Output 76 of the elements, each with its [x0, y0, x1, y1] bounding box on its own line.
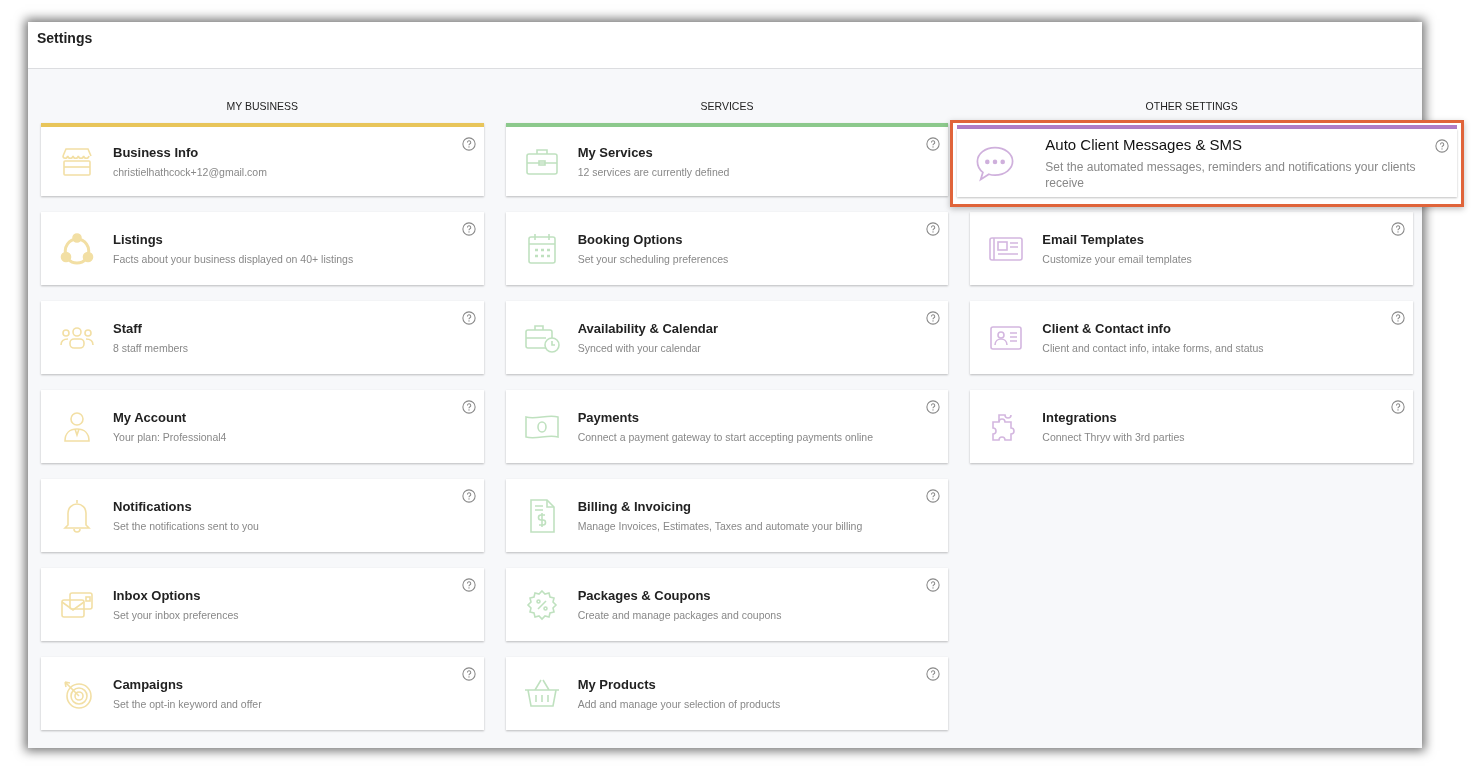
card-description: Create and manage packages and coupons	[577, 609, 782, 621]
help-icon[interactable]	[1391, 400, 1405, 414]
card-title: My Services	[577, 145, 654, 160]
card-description: Your plan: Professional4	[113, 431, 227, 443]
card-description: Customize your email templates	[1042, 253, 1192, 265]
help-icon[interactable]	[461, 489, 476, 503]
settings-card[interactable]: Booking Options Set your scheduling preferences	[505, 212, 949, 285]
card-description: Connect Thryv with 3rd parties	[1042, 431, 1185, 443]
settings-card[interactable]: My Products Add and manage your selection of products	[505, 657, 949, 730]
help-icon[interactable]	[461, 667, 476, 681]
settings-card[interactable]: My Services 12 services are currently defined	[505, 123, 949, 196]
card-title: Notifications	[113, 499, 193, 514]
settings-card[interactable]: Packages & Coupons Create and manage packages and coupons	[505, 568, 949, 641]
card-title: My Account	[113, 410, 188, 425]
help-icon[interactable]	[926, 578, 941, 592]
column-heading: MY BUSINESS	[226, 100, 299, 112]
card-title: Booking Options	[577, 232, 684, 247]
card-title: Packages & Coupons	[577, 588, 712, 603]
card-description: Set the automated messages, reminders and notifications your clients receive	[1045, 158, 1417, 191]
window-title: Settings	[37, 30, 93, 46]
settings-card[interactable]: My Account Your plan: Professional4	[41, 390, 484, 463]
settings-card[interactable]: Listings Facts about your business displayed on 40+ listings	[41, 212, 484, 285]
card-title: Billing & Invoicing	[577, 499, 693, 514]
card-title: Business Info	[113, 145, 200, 160]
card-description: Set the opt-in keyword and offer	[113, 698, 262, 710]
card-title: My Products	[577, 677, 657, 692]
card-description: 8 staff members	[113, 342, 189, 354]
settings-card[interactable]: Staff 8 staff members	[41, 301, 484, 374]
card-description: Client and contact info, intake forms, and status	[1042, 342, 1264, 354]
settings-card[interactable]: Business Info christielhathcock+12@gmail.com	[41, 123, 484, 196]
help-icon[interactable]	[926, 400, 941, 414]
card-title: Listings	[113, 232, 164, 247]
settings-card[interactable]: Availability & Calendar Synced with your calendar	[505, 301, 949, 374]
help-icon[interactable]	[1391, 222, 1405, 236]
highlighted-card[interactable]: Auto Client Messages & SMS Set the automated messages, reminders and notifications your clients receive	[950, 120, 1464, 207]
settings-card[interactable]: Campaigns Set the opt-in keyword and offer	[41, 657, 484, 730]
card-description: Set your scheduling preferences	[577, 253, 729, 265]
help-icon[interactable]	[926, 667, 941, 681]
card-title: Payments	[577, 410, 641, 425]
help-icon[interactable]	[1435, 139, 1449, 153]
card-description: Set your inbox preferences	[113, 609, 239, 621]
settings-card[interactable]: Billing & Invoicing Manage Invoices, Estimates, Taxes and automate your billing	[505, 479, 949, 552]
column-heading: OTHER SETTINGS	[1145, 100, 1238, 112]
help-icon[interactable]	[1391, 311, 1405, 325]
help-icon[interactable]	[926, 137, 941, 151]
settings-card[interactable]: Email Templates Customize your email templates	[970, 212, 1413, 285]
card-title: Auto Client Messages & SMS	[1045, 135, 1244, 153]
card-description: Manage Invoices, Estimates, Taxes and automate your billing	[577, 520, 863, 532]
settings-card[interactable]: Notifications Set the notifications sent to you	[41, 479, 484, 552]
card-title: Campaigns	[113, 677, 185, 692]
card-description: christielhathcock+12@gmail.com	[113, 166, 267, 178]
card-title: Integrations	[1042, 410, 1118, 425]
help-icon[interactable]	[461, 137, 476, 151]
settings-card[interactable]: Payments Connect a payment gateway to start accepting payments online	[505, 390, 949, 463]
settings-card[interactable]: Client & Contact info Client and contact info, intake forms, and status	[970, 301, 1413, 374]
card-description: Set the notifications sent to you	[113, 520, 259, 532]
card-description: 12 services are currently defined	[577, 166, 730, 178]
card-description: Facts about your business displayed on 40+ listings	[113, 253, 354, 265]
help-icon[interactable]	[926, 311, 941, 325]
help-icon[interactable]	[461, 222, 476, 236]
help-icon[interactable]	[926, 222, 941, 236]
help-icon[interactable]	[461, 400, 476, 414]
help-icon[interactable]	[461, 578, 476, 592]
card-title: Staff	[113, 321, 143, 336]
settings-card[interactable]: Integrations Connect Thryv with 3rd parties	[970, 390, 1413, 463]
help-icon[interactable]	[461, 311, 476, 325]
card-title: Email Templates	[1042, 232, 1145, 247]
card-title: Availability & Calendar	[577, 321, 719, 336]
card-description: Connect a payment gateway to start accepting payments online	[577, 431, 873, 443]
help-icon[interactable]	[926, 489, 941, 503]
settings-card[interactable]: Inbox Options Set your inbox preferences	[41, 568, 484, 641]
column-heading: SERVICES	[700, 100, 754, 112]
card-description: Add and manage your selection of products	[577, 698, 781, 710]
card-description: Synced with your calendar	[577, 342, 702, 354]
card-title: Client & Contact info	[1042, 321, 1172, 336]
card-title: Inbox Options	[113, 588, 202, 603]
